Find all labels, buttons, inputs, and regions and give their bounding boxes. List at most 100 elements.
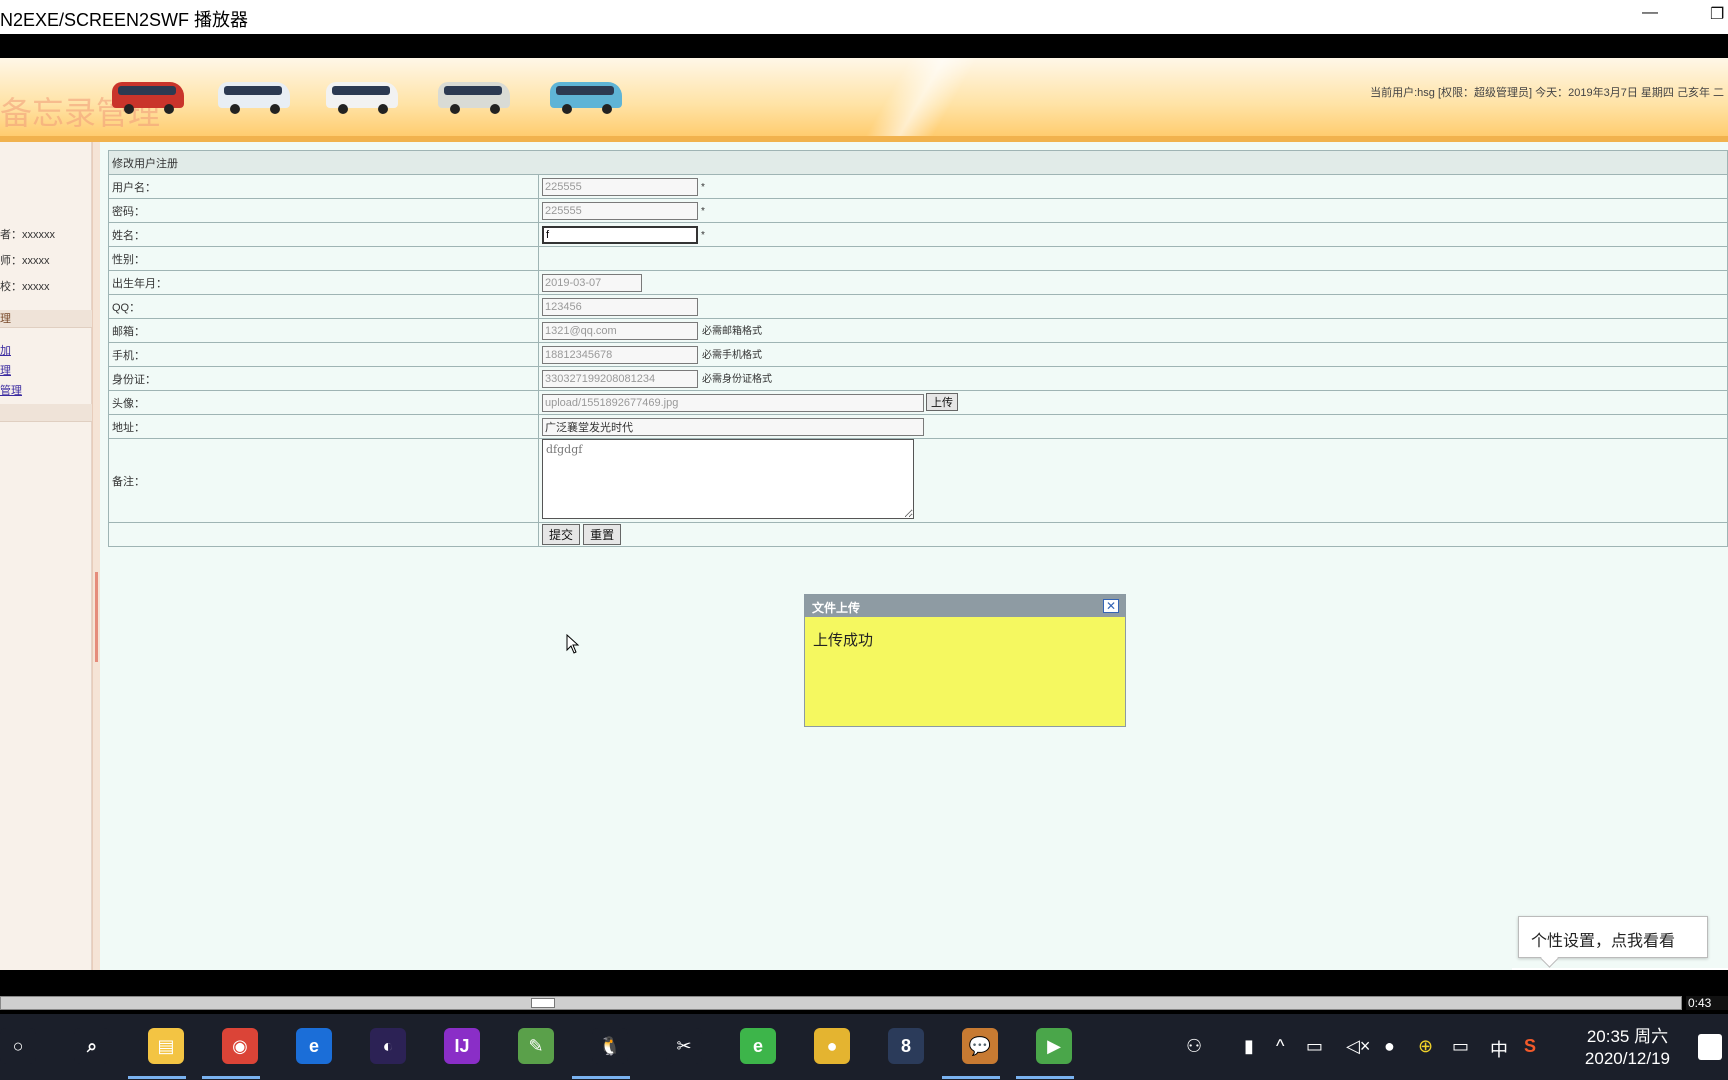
- chevron-up-icon[interactable]: ^: [1276, 1036, 1284, 1057]
- wechat-icon[interactable]: 💬: [962, 1028, 998, 1064]
- usb-icon[interactable]: ▮: [1244, 1036, 1254, 1057]
- chrome-icon[interactable]: ◉: [222, 1028, 258, 1064]
- ime-tooltip[interactable]: 个性设置，点我看看: [1518, 916, 1708, 958]
- taskbar: ○ ⌕ ▤ ◉ e ◐ IJ ✎ 🐧 ✂ e ● 8 💬 ▶ ⚇ ▮ ^ ▭ ◁× ● ⊕ ▭ 中 S 20…: [0, 1014, 1728, 1080]
- qq-icon[interactable]: 🐧: [592, 1028, 628, 1064]
- form-row-remark: 备注：: [108, 438, 1728, 523]
- birthday-field[interactable]: [542, 273, 642, 292]
- clock-date: 2020/12/19: [1584, 1049, 1670, 1068]
- video-letterbox-top: [0, 34, 1728, 58]
- remark-textarea[interactable]: [542, 439, 914, 519]
- sidebar-info-row: 校：xxxxx: [0, 281, 50, 293]
- close-icon[interactable]: ✕: [1103, 599, 1119, 613]
- email-field[interactable]: [542, 321, 698, 340]
- form-title: 修改用户注册: [108, 150, 1728, 175]
- network-icon[interactable]: ▭: [1306, 1036, 1323, 1057]
- notification-center-icon[interactable]: [1698, 1034, 1722, 1060]
- avatar-path-field[interactable]: [542, 394, 924, 412]
- banner-swoosh: [860, 58, 980, 142]
- name-field[interactable]: [542, 225, 698, 244]
- active-app-indicator: [942, 1076, 1000, 1079]
- idcard-field[interactable]: [542, 369, 698, 388]
- player-seekbar[interactable]: [0, 996, 1682, 1010]
- form-row-name: 姓名： *: [108, 222, 1728, 247]
- qq-label: QQ：: [108, 294, 539, 319]
- edge-icon[interactable]: e: [296, 1028, 332, 1064]
- restore-button[interactable]: ❐: [1710, 4, 1724, 24]
- required-mark: *: [701, 205, 705, 217]
- required-mark: *: [701, 181, 705, 193]
- recorded-web-page: 备忘录管理 当前用户:hsg [权限：超级管理员] 今天：2019年3月7日 星…: [0, 58, 1728, 970]
- sidebar-link[interactable]: 加: [0, 342, 11, 358]
- clock[interactable]: 20:35 周六 2020/12/19: [1585, 1026, 1670, 1070]
- active-app-indicator: [1016, 1076, 1074, 1079]
- notepad-icon[interactable]: ✎: [518, 1028, 554, 1064]
- search-icon[interactable]: ⌕: [74, 1028, 110, 1064]
- reset-button[interactable]: 重置: [583, 524, 622, 545]
- active-app-indicator: [202, 1076, 260, 1079]
- player-time: 0:43: [1686, 996, 1728, 1010]
- eclipse-icon[interactable]: ◐: [370, 1028, 406, 1064]
- seekbar-thumb[interactable]: [531, 998, 555, 1008]
- address-field[interactable]: [542, 417, 924, 436]
- submit-button[interactable]: 提交: [542, 524, 581, 545]
- edit-user-form: 修改用户注册 用户名： * 密码： * 姓名： * 性别： 出生年月：: [108, 150, 1728, 547]
- idcard-hint: 必需身份证格式: [702, 373, 772, 385]
- battery-icon[interactable]: ▭: [1452, 1036, 1469, 1057]
- tools-icon[interactable]: ✂: [666, 1028, 702, 1064]
- required-mark: *: [701, 229, 705, 241]
- active-app-indicator: [572, 1076, 630, 1079]
- dialog-title: 文件上传: [812, 601, 861, 615]
- avatar-label: 头像：: [108, 390, 539, 415]
- dialog-header: 文件上传 ✕: [805, 595, 1125, 617]
- tray-plus-icon[interactable]: ⊕: [1418, 1036, 1433, 1057]
- idcard-label: 身份证：: [108, 366, 539, 391]
- sogou-tray-icon[interactable]: S: [1524, 1036, 1536, 1057]
- minimize-button[interactable]: —: [1642, 4, 1658, 22]
- sidebar-section-header: 理: [0, 310, 92, 328]
- sidebar-info-row: 者：xxxxxx: [0, 229, 55, 241]
- frame-splitter[interactable]: [92, 142, 100, 970]
- bus-image-5: [546, 68, 626, 120]
- ie-green-icon[interactable]: e: [740, 1028, 776, 1064]
- sidebar-section-divider: [0, 404, 92, 422]
- form-row-username: 用户名： *: [108, 174, 1728, 199]
- sidebar-info-row: 师：xxxxx: [0, 255, 50, 267]
- upload-dialog: 文件上传 ✕ 上传成功: [804, 594, 1126, 727]
- player-icon[interactable]: ▶: [1036, 1028, 1072, 1064]
- form-row-qq: QQ：: [108, 294, 1728, 319]
- s-app-icon[interactable]: 8: [888, 1028, 924, 1064]
- sidebar-link[interactable]: 理: [0, 362, 11, 378]
- remark-label: 备注：: [108, 438, 539, 523]
- upload-button[interactable]: 上传: [926, 393, 958, 411]
- phone-field[interactable]: [542, 345, 698, 364]
- clock-time: 20:35 周六: [1586, 1027, 1669, 1046]
- main-content: 修改用户注册 用户名： * 密码： * 姓名： * 性别： 出生年月：: [100, 142, 1728, 970]
- window-title: N2EXE/SCREEN2SWF 播放器: [0, 10, 249, 30]
- window-titlebar: N2EXE/SCREEN2SWF 播放器 — ❐: [0, 0, 1728, 34]
- sidebar-link[interactable]: 管理: [0, 382, 22, 398]
- qq-tray-icon[interactable]: ●: [1384, 1036, 1395, 1057]
- dialog-message: 上传成功: [813, 632, 874, 649]
- name-label: 姓名：: [108, 222, 539, 247]
- people-icon[interactable]: ⚇: [1186, 1036, 1202, 1057]
- active-app-indicator: [128, 1076, 186, 1079]
- bus-image-1: [108, 68, 188, 120]
- splitter-grip[interactable]: [95, 572, 98, 662]
- qq-field[interactable]: [542, 297, 698, 316]
- password-field[interactable]: [542, 201, 698, 220]
- form-row-avatar: 头像： 上传: [108, 390, 1728, 415]
- intellij-icon[interactable]: IJ: [444, 1028, 480, 1064]
- volume-muted-icon[interactable]: ◁×: [1346, 1036, 1370, 1057]
- password-label: 密码：: [108, 198, 539, 223]
- birthday-label: 出生年月：: [108, 270, 539, 295]
- email-label: 邮箱：: [108, 318, 539, 343]
- bus-image-3: [322, 68, 402, 120]
- cortana-icon[interactable]: ○: [0, 1028, 36, 1064]
- phone-hint: 必需手机格式: [702, 349, 762, 361]
- username-field[interactable]: [542, 177, 698, 196]
- file-explorer-icon[interactable]: ▤: [148, 1028, 184, 1064]
- chicken-icon[interactable]: ●: [814, 1028, 850, 1064]
- ime-language-indicator[interactable]: 中: [1490, 1036, 1508, 1062]
- form-row-password: 密码： *: [108, 198, 1728, 223]
